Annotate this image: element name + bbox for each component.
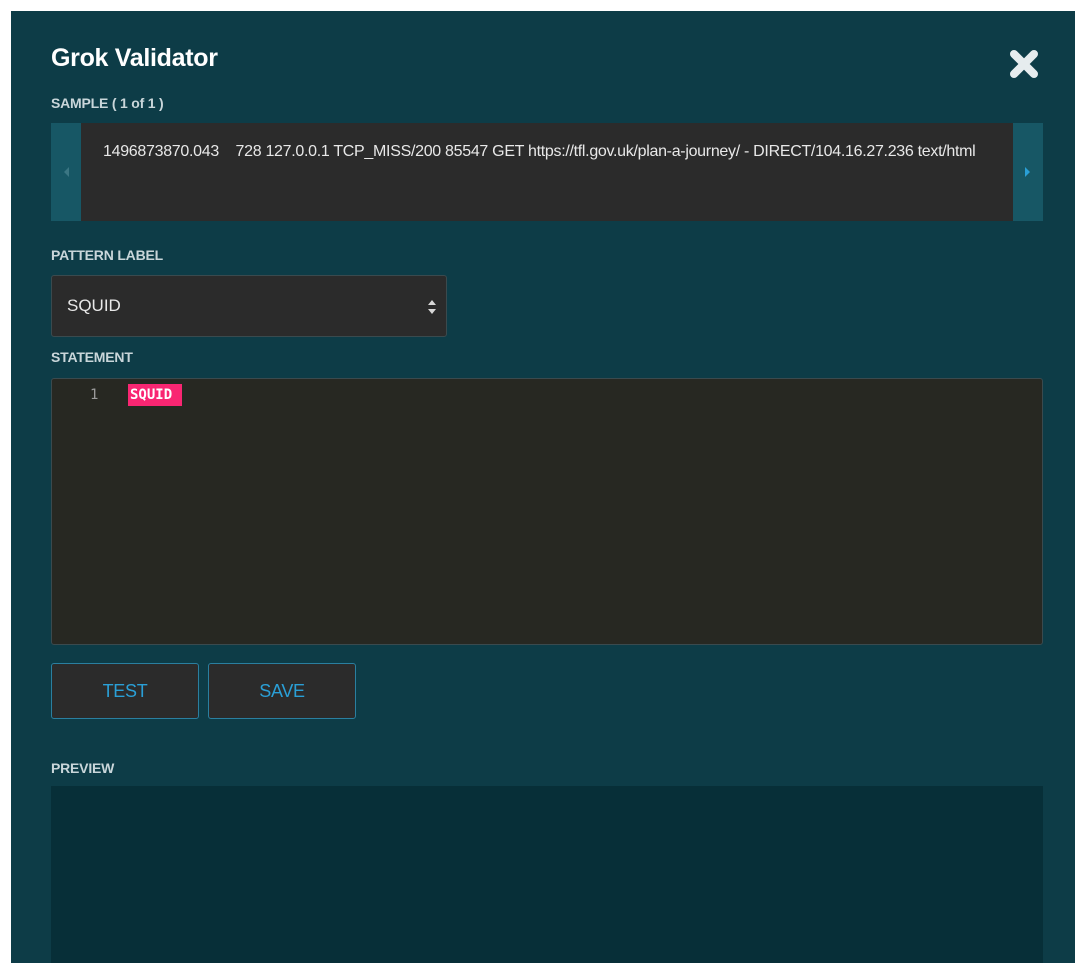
chevron-right-icon [1025, 167, 1030, 177]
preview-label: PREVIEW [51, 760, 115, 776]
close-icon [1010, 50, 1038, 78]
test-button[interactable]: TEST [51, 663, 199, 719]
statement-editor[interactable]: 1 SQUID [51, 378, 1043, 645]
pattern-label-heading: PATTERN LABEL [51, 247, 163, 263]
save-button[interactable]: SAVE [208, 663, 356, 719]
close-button[interactable] [1007, 47, 1041, 81]
dialog-title: Grok Validator [51, 44, 218, 72]
grok-validator-dialog: Grok Validator SAMPLE ( 1 of 1 ) 1496873… [11, 11, 1075, 963]
line-number: 1 [90, 387, 99, 403]
sample-text: 1496873870.043 728 127.0.0.1 TCP_MISS/20… [103, 143, 976, 160]
statement-token: SQUID [128, 384, 183, 406]
preview-area [51, 786, 1043, 963]
statement-label: STATEMENT [51, 349, 133, 365]
pattern-label-value: SQUID [67, 296, 121, 315]
select-arrows-icon [428, 300, 436, 314]
pattern-label-select[interactable]: SQUID [51, 275, 447, 337]
sample-prev-button[interactable] [51, 123, 81, 221]
sample-label: SAMPLE ( 1 of 1 ) [51, 95, 164, 111]
sample-viewer: 1496873870.043 728 127.0.0.1 TCP_MISS/20… [51, 123, 1043, 221]
sample-next-button[interactable] [1013, 123, 1043, 221]
chevron-left-icon [64, 167, 69, 177]
